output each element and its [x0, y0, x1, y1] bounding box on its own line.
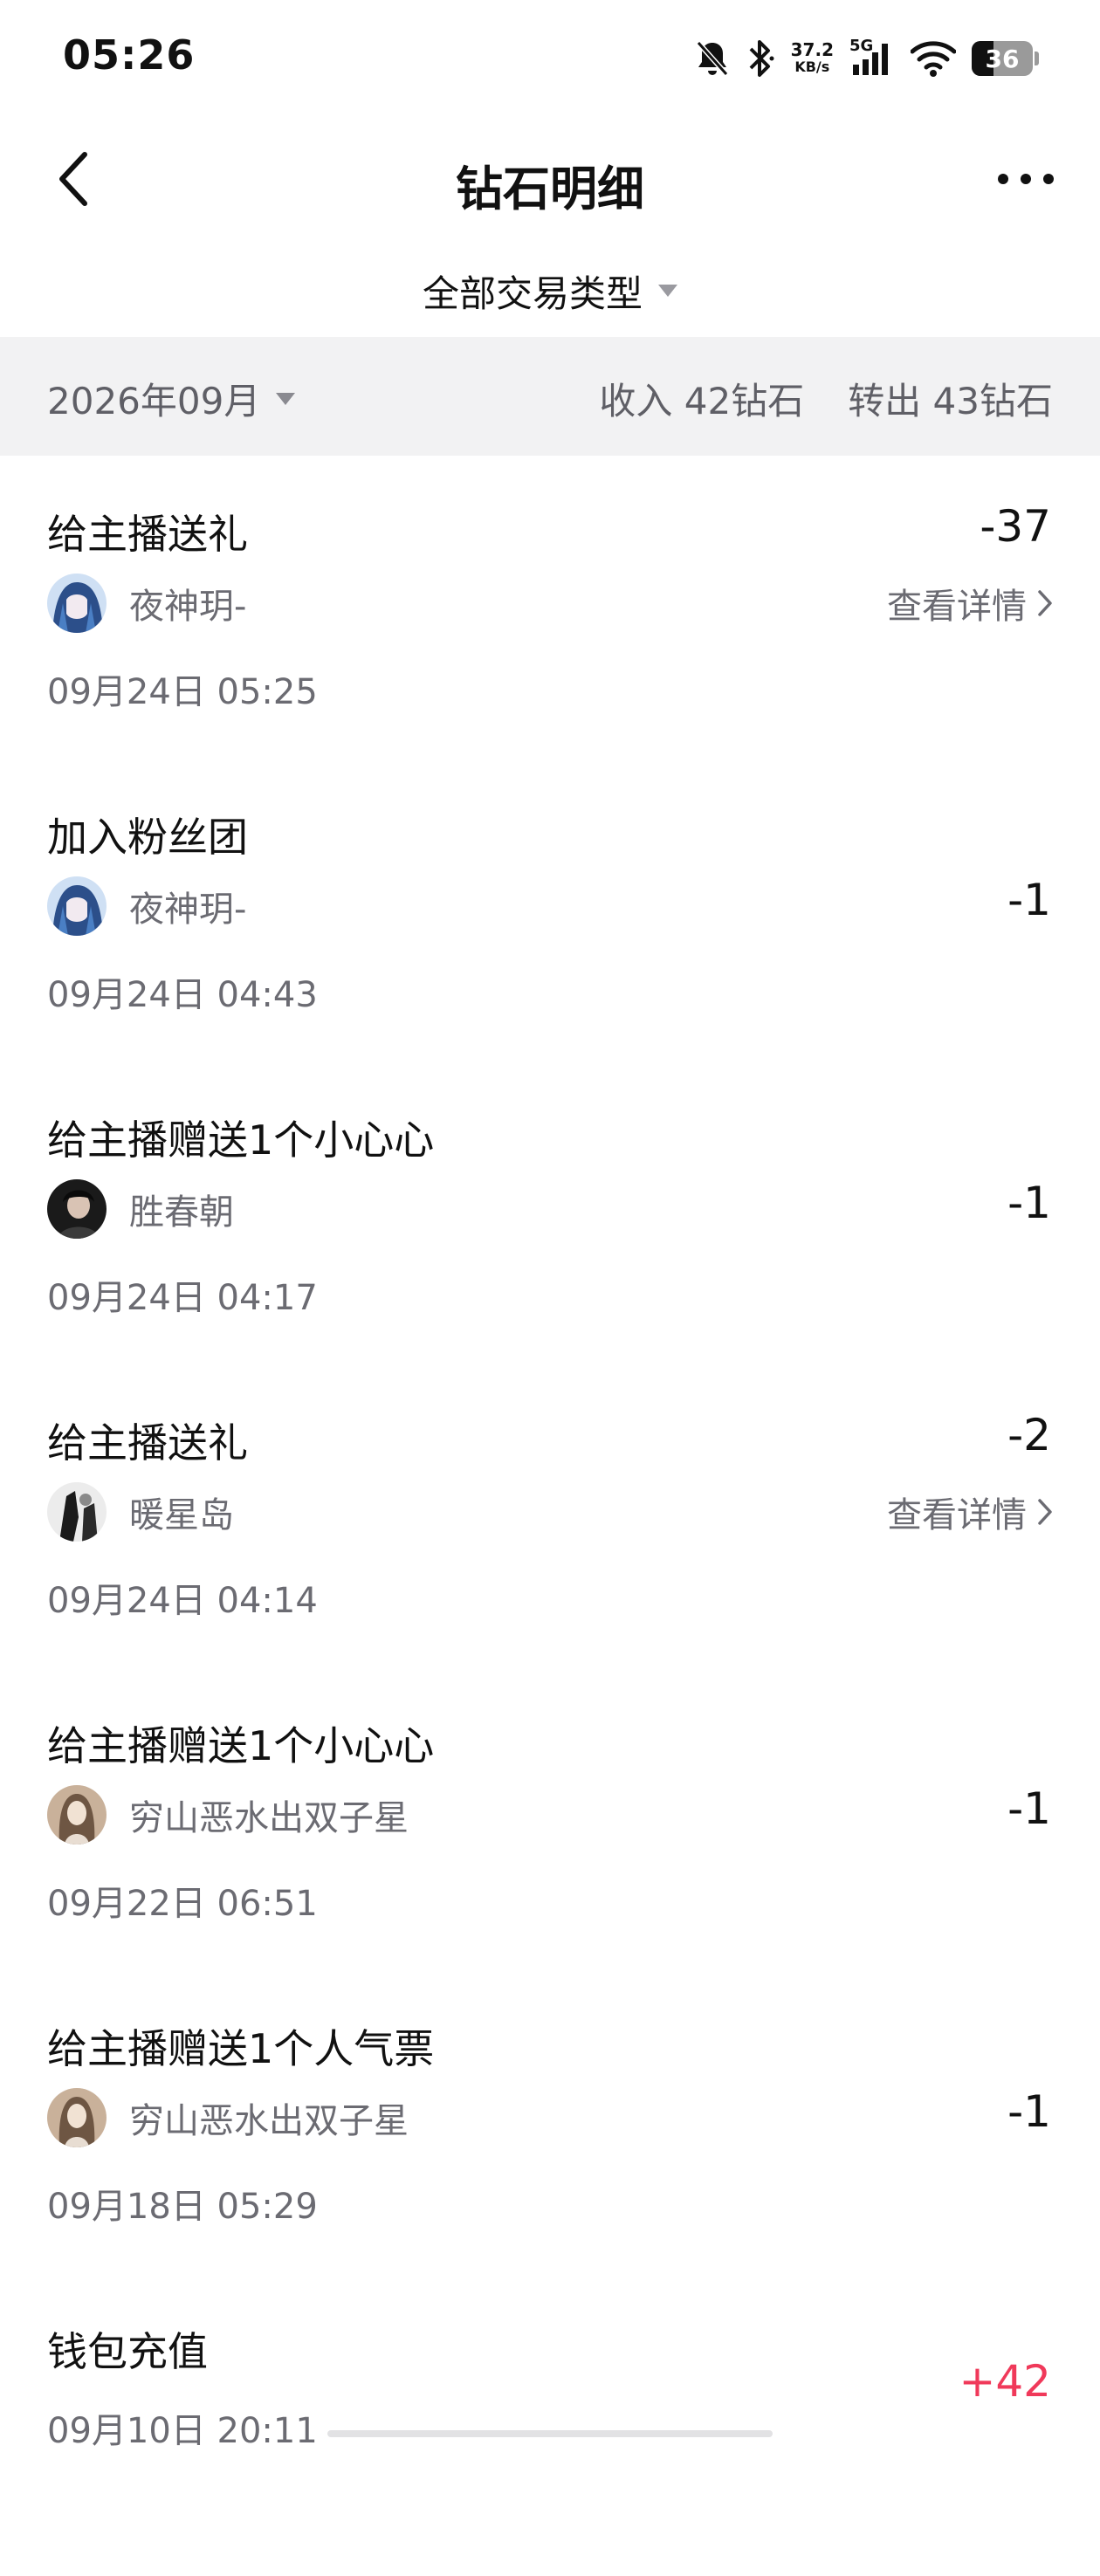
bluetooth-icon [749, 40, 774, 77]
cell-signal-icon [853, 44, 888, 75]
status-icons: 37.2 KB/s 5G 36 [695, 37, 1039, 80]
transaction-user: 胜春朝 [47, 1179, 234, 1239]
transaction-amount: -1 [1007, 1178, 1051, 1228]
transaction-title: 给主播赠送1个人气票 [47, 2025, 435, 2072]
status-time: 05:26 [63, 31, 196, 79]
avatar [47, 1179, 107, 1239]
transaction-user: 夜神玥- [47, 876, 246, 936]
chevron-right-icon [1038, 1499, 1052, 1525]
transaction-title: 给主播赠送1个小心心 [47, 1722, 435, 1769]
transaction-item[interactable]: 给主播赠送1个小心心 穷山恶水出双子星 09月22日 06:51 -1 [0, 1667, 1100, 1970]
transaction-amount: -1 [1007, 875, 1051, 925]
month-summary: 收入 42钻石 转出 43钻石 [599, 372, 1053, 425]
transaction-time: 09月24日 04:43 [47, 975, 318, 1015]
transaction-title: 钱包充值 [47, 2328, 208, 2375]
transaction-user: 穷山恶水出双子星 [47, 2088, 409, 2147]
transaction-amount: -2 [1007, 1410, 1051, 1460]
transaction-item[interactable]: 给主播赠送1个人气票 穷山恶水出双子星 09月18日 05:29 -1 [0, 1970, 1100, 2273]
avatar [47, 1482, 107, 1542]
avatar [47, 876, 107, 936]
page-title: 钻石明细 [456, 161, 644, 216]
transaction-username: 夜神玥- [129, 587, 247, 627]
transaction-amount: -37 [980, 501, 1051, 552]
month-selector-label: 2026年09月 [47, 380, 261, 422]
transaction-list: 给主播送礼 夜神玥- 09月24日 05:25 -37 查看详情 加入粉丝团 夜… [0, 456, 1100, 2576]
transaction-item[interactable]: 给主播送礼 暖星岛 09月24日 04:14 -2 查看详情 [0, 1364, 1100, 1667]
chevron-right-icon [1038, 590, 1052, 616]
view-details-link[interactable]: 查看详情 [887, 578, 1053, 629]
transaction-username: 穷山恶水出双子星 [129, 1798, 409, 1838]
view-details-label: 查看详情 [887, 587, 1027, 627]
transaction-item[interactable]: 加入粉丝团 夜神玥- 09月24日 04:43 -1 [0, 759, 1100, 1061]
avatar [47, 574, 107, 633]
transaction-time: 09月22日 06:51 [47, 1884, 318, 1924]
transaction-user: 夜神玥- [47, 574, 246, 633]
transaction-username: 暖星岛 [129, 1495, 234, 1535]
transaction-user: 穷山恶水出双子星 [47, 1785, 409, 1844]
transaction-user: 暖星岛 [47, 1482, 234, 1542]
transaction-amount: +42 [959, 2356, 1051, 2407]
transaction-amount: -1 [1007, 2086, 1051, 2137]
network-speed-unit: KB/s [794, 58, 830, 75]
transaction-username: 穷山恶水出双子星 [129, 2101, 409, 2141]
status-bar: 05:26 37.2 KB/s 5G 36 [0, 0, 1100, 122]
transaction-item[interactable]: 给主播赠送1个小心心 胜春朝 09月24日 04:17 -1 [0, 1061, 1100, 1364]
transaction-time: 09月24日 05:25 [47, 672, 318, 712]
view-details-label: 查看详情 [887, 1495, 1027, 1535]
network-speed: 37.2 KB/s [791, 41, 834, 76]
transaction-username: 夜神玥- [129, 890, 247, 930]
month-selector[interactable]: 2026年09月 [47, 372, 296, 425]
muted-bell-icon [696, 41, 728, 76]
transaction-item[interactable]: 钱包充值 09月10日 20:11 +42 [0, 2273, 1100, 2576]
home-indicator[interactable] [327, 2430, 773, 2437]
avatar [47, 1785, 107, 1844]
transaction-title: 给主播赠送1个小心心 [47, 1116, 435, 1164]
battery-tip [1035, 52, 1039, 65]
month-summary-bar: 2026年09月 收入 42钻石 转出 43钻石 [0, 337, 1100, 456]
view-details-link[interactable]: 查看详情 [887, 1487, 1053, 1537]
transaction-time: 09月24日 04:17 [47, 1278, 318, 1318]
battery-level-text: 36 [985, 44, 1020, 73]
network-speed-value: 37.2 [790, 39, 834, 60]
transaction-title: 给主播送礼 [47, 1419, 248, 1467]
more-options-button[interactable] [987, 148, 1065, 210]
transaction-username: 胜春朝 [129, 1192, 234, 1233]
outgoing-summary: 转出 43钻石 [848, 380, 1053, 422]
transaction-type-filter[interactable]: 全部交易类型 [0, 253, 1100, 328]
battery-indicator: 36 [972, 41, 1033, 76]
transaction-amount: -1 [1007, 1783, 1051, 1834]
more-dots-icon [998, 174, 1054, 184]
transaction-title: 加入粉丝团 [47, 814, 248, 861]
transaction-time: 09月18日 05:29 [47, 2187, 318, 2227]
transaction-item[interactable]: 给主播送礼 夜神玥- 09月24日 05:25 -37 查看详情 [0, 456, 1100, 759]
income-summary: 收入 42钻石 [599, 380, 805, 422]
caret-down-icon [658, 285, 677, 297]
cell-signal: 5G [849, 37, 895, 79]
avatar [47, 2088, 107, 2147]
transaction-title: 给主播送礼 [47, 511, 248, 558]
transaction-time: 09月24日 04:14 [47, 1581, 318, 1621]
navigation-bar: 钻石明细 [0, 131, 1100, 227]
caret-down-icon [276, 392, 296, 405]
transaction-type-filter-label: 全部交易类型 [422, 271, 643, 315]
wifi-icon [911, 41, 956, 77]
transaction-time: 09月10日 20:11 [47, 2411, 318, 2451]
